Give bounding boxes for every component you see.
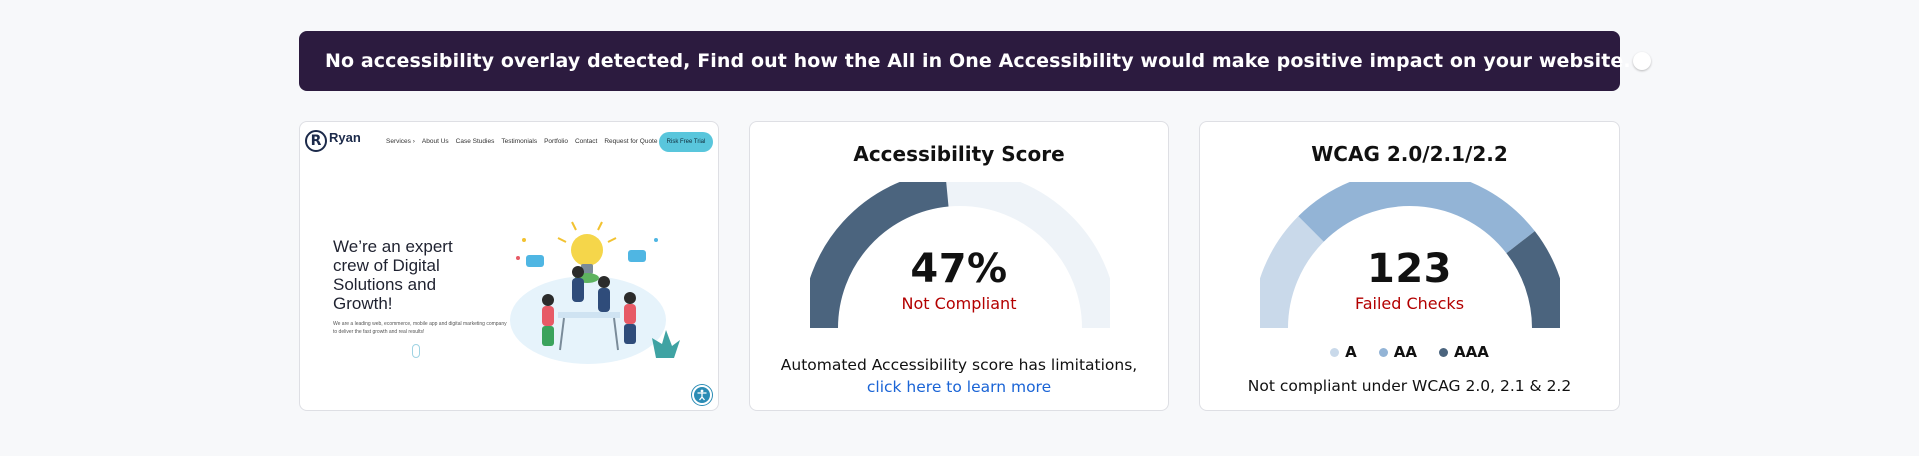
legend-item-aaa: AAA [1439,343,1489,361]
site-nav: Services › About Us Case Studies Testimo… [386,138,657,145]
legend-label-a: A [1345,343,1357,361]
ryan-logo-icon: R [305,130,327,152]
scroll-indicator-icon [412,344,420,358]
toggle-knob [1632,52,1651,70]
learn-more-link[interactable]: click here to learn more [750,376,1168,398]
wcag-card: WCAG 2.0/2.1/2.2 123 Failed Checks A AA … [1199,121,1620,411]
legend-item-a: A [1330,343,1357,361]
hero-heading: We’re an expert crew of Digital Solution… [333,237,453,313]
site-logo[interactable]: R Ryan [305,130,361,152]
score-title: Accessibility Score [853,142,1065,166]
nav-item-request-quote[interactable]: Request for Quote [604,138,657,145]
legend-item-aa: AA [1378,343,1417,361]
failed-checks-label: Failed Checks [1354,294,1465,313]
banner-message: No accessibility overlay detected, Find … [325,50,1631,72]
wcag-segment-aa [1298,182,1535,254]
accessibility-icon[interactable] [692,385,712,405]
nav-item-about[interactable]: About Us [422,138,449,145]
nav-item-contact[interactable]: Contact [575,138,597,145]
failed-checks-value: 123 [1367,246,1452,292]
score-note: Automated Accessibility score has limita… [750,354,1168,398]
no-overlay-banner: No accessibility overlay detected, Find … [299,31,1651,91]
legend-dot-a [1330,347,1340,357]
team-lightbulb-illustration [510,221,680,364]
wcag-legend: A AA AAA [1200,343,1619,361]
score-limitations-text: Automated Accessibility score has limita… [780,356,1138,374]
hero-subtext: We are a leading web, ecommerce, mobile … [333,321,507,335]
accessibility-figure-icon [697,389,707,401]
wcag-title: WCAG 2.0/2.1/2.2 [1311,142,1508,166]
website-preview-card: R Ryan Services › About Us Case Studies … [299,121,719,411]
nav-item-services[interactable]: Services › [386,138,415,145]
legend-dot-aaa [1439,347,1448,357]
legend-label-aa: AA [1393,343,1417,361]
wcag-compliance-note: Not compliant under WCAG 2.0, 2.1 & 2.2 [1247,377,1572,395]
score-status: Not Compliant [901,294,1017,313]
nav-item-testimonials[interactable]: Testimonials [501,138,537,145]
risk-free-trial-button[interactable]: Risk Free Trial [659,132,713,152]
legend-label-aaa: AAA [1454,343,1489,361]
score-value: 47% [910,246,1008,292]
nav-item-case-studies[interactable]: Case Studies [456,138,495,145]
accessibility-score-card: Accessibility Score 47% Not Compliant Au… [749,121,1169,411]
legend-dot-aa [1378,347,1388,357]
site-logo-name: Ryan [329,129,361,145]
nav-item-portfolio[interactable]: Portfolio [544,138,568,145]
